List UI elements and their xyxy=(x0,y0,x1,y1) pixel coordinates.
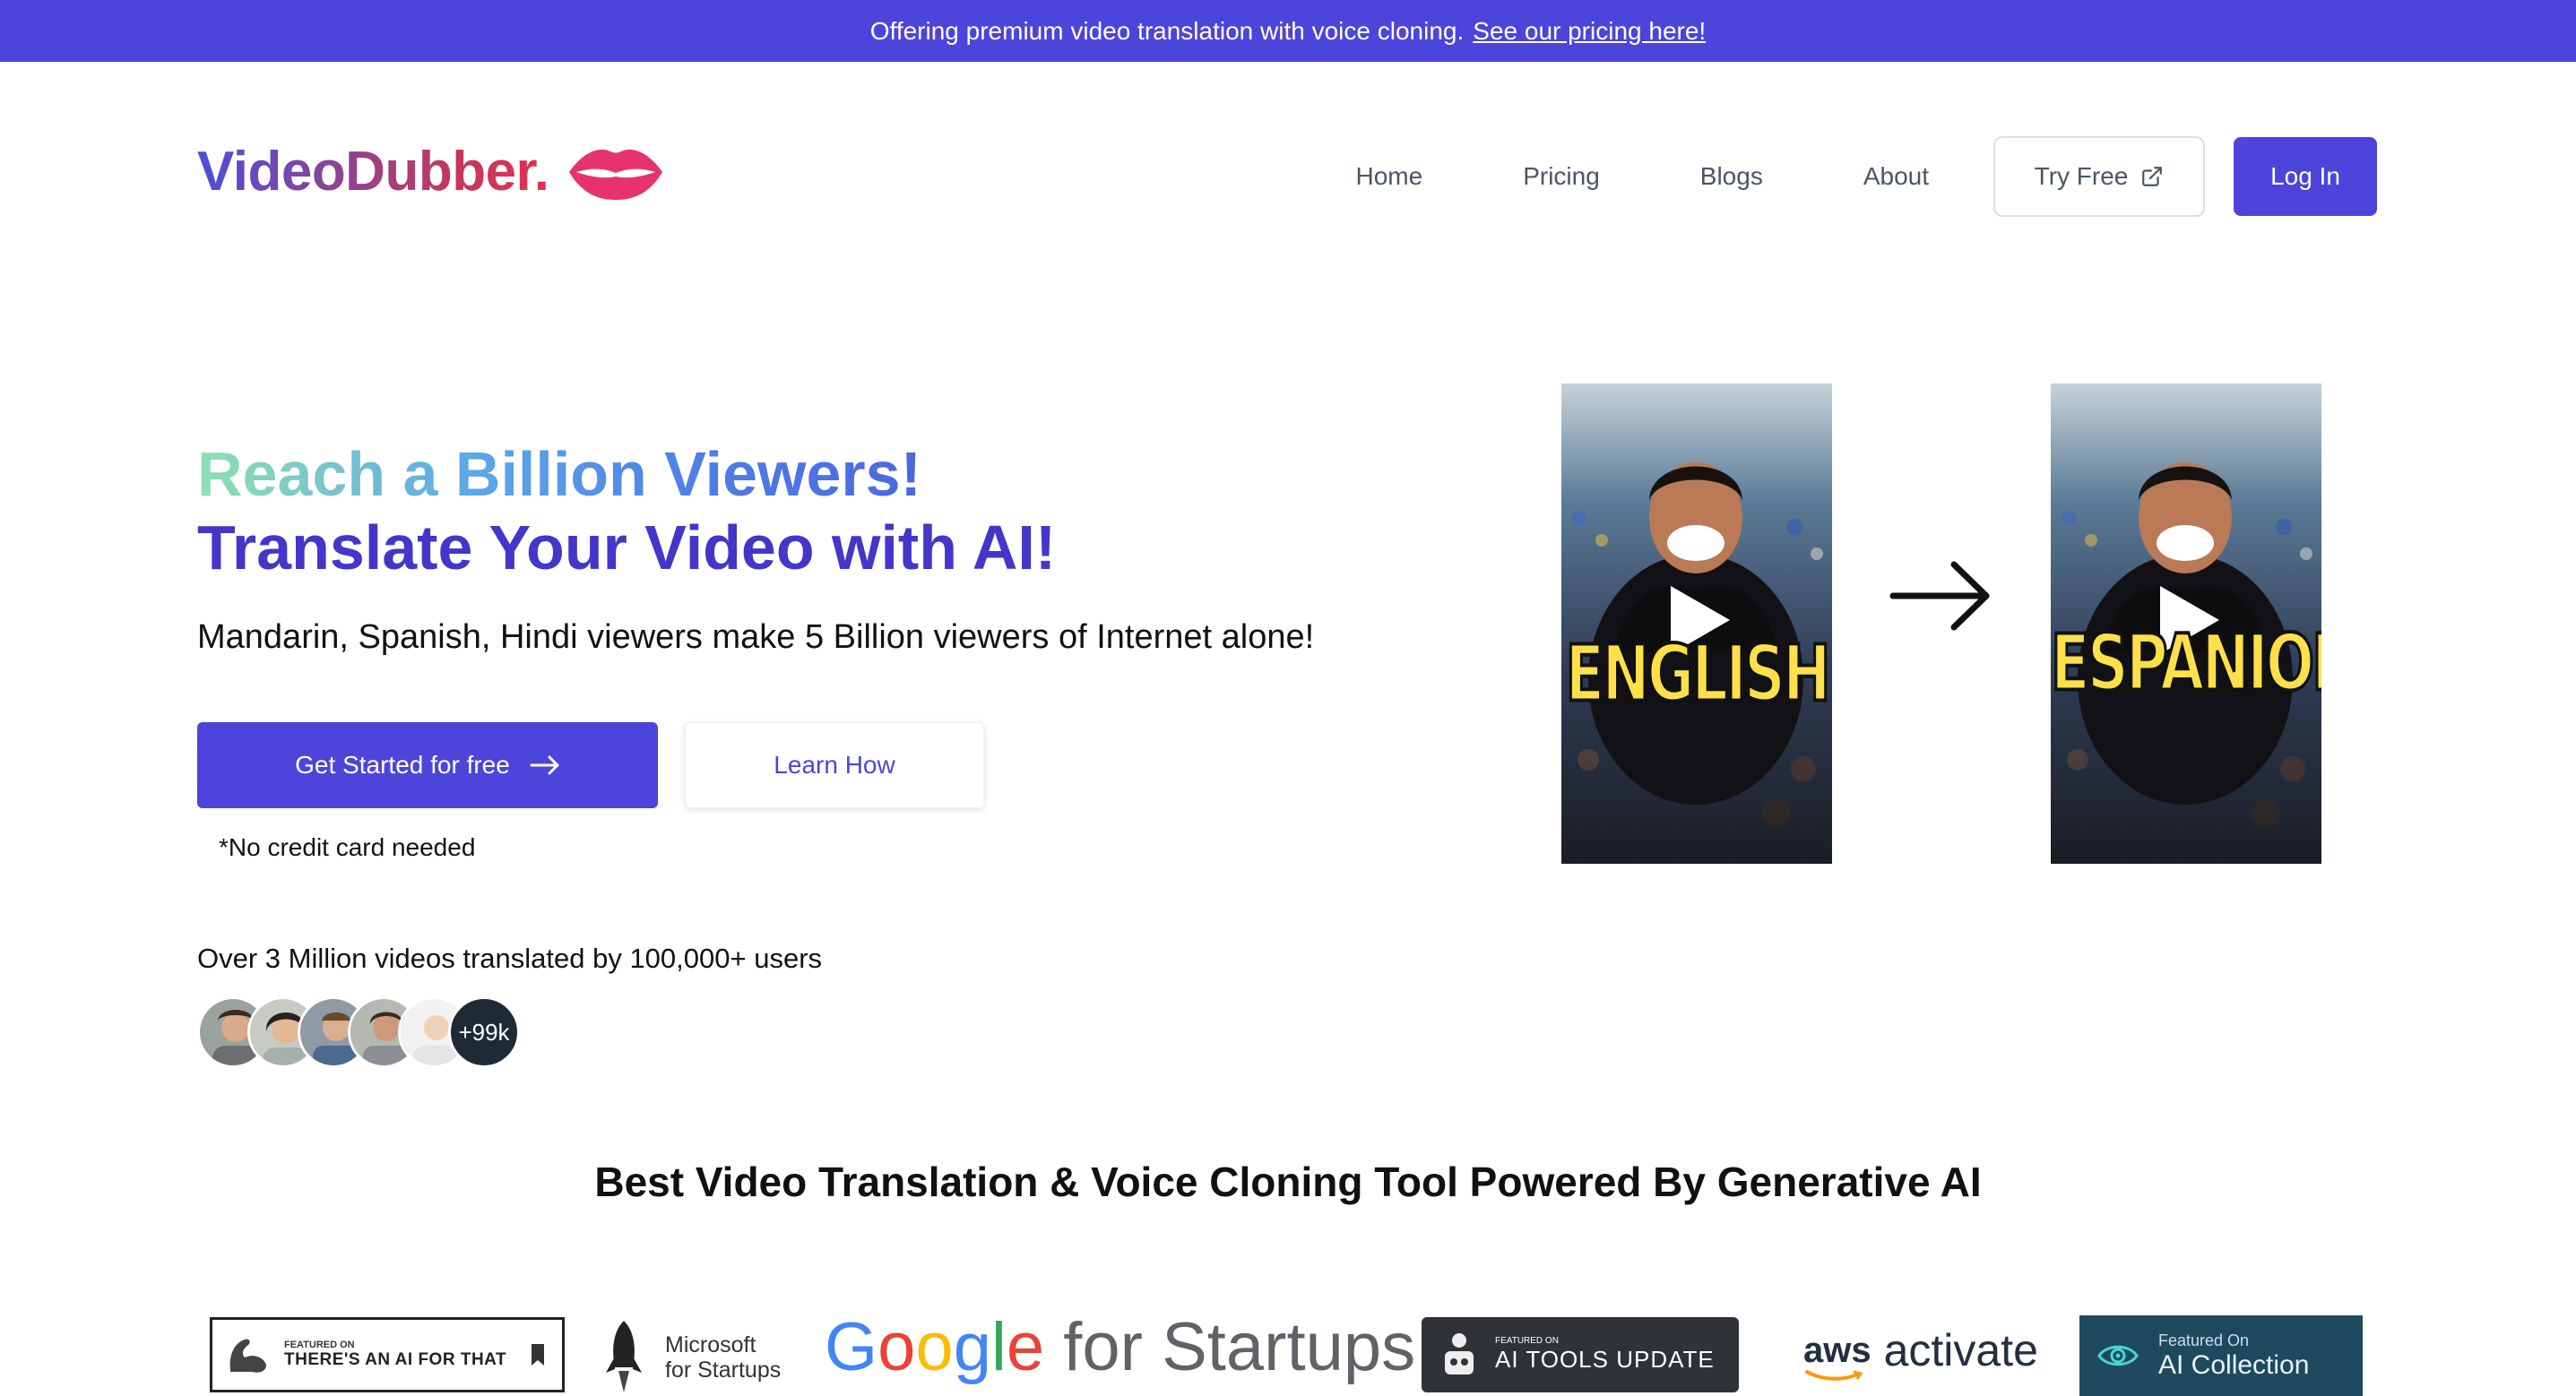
aws-smile-icon xyxy=(1805,1369,1863,1381)
eye-icon xyxy=(2097,1345,2139,1366)
bookmark-icon xyxy=(532,1344,545,1366)
avatar-count-badge: +99k xyxy=(448,996,520,1068)
aicollection-name: AI Collection xyxy=(2158,1349,2310,1380)
ai-tools-update-badge[interactable]: FEATURED ON AI TOOLS UPDATE xyxy=(1422,1317,1739,1392)
section-title: Best Video Translation & Voice Cloning T… xyxy=(594,1159,1982,1205)
video-preview-english[interactable]: ENGLISH xyxy=(1561,383,1832,864)
brand-name: VideoDubber. xyxy=(197,141,549,203)
aitools-featured-label: FEATURED ON xyxy=(1495,1336,1559,1346)
ai-collection-badge[interactable]: Featured On AI Collection xyxy=(2079,1315,2363,1396)
video-preview-spanish[interactable]: ESPANIOL xyxy=(2051,383,2321,864)
hero-headline-secondary: Translate Your Video with AI! xyxy=(197,513,1057,582)
aiforthat-featured-label: FEATURED ON xyxy=(284,1340,355,1350)
aws-activate-badge[interactable]: aws activate xyxy=(1803,1324,2038,1381)
theres-an-ai-for-that-badge[interactable]: FEATURED ON THERE'S AN AI FOR THAT xyxy=(210,1317,565,1392)
rocket-icon xyxy=(606,1321,642,1392)
learn-how-button[interactable]: Learn How xyxy=(685,722,984,808)
nav-pricing[interactable]: Pricing xyxy=(1523,162,1600,191)
pricing-link[interactable]: See our pricing here! xyxy=(1473,17,1706,46)
aws-activate-label: activate xyxy=(1883,1325,2038,1375)
microsoft-line-1: Microsoft xyxy=(665,1332,756,1357)
featured-logos: FEATURED ON THERE'S AN AI FOR THAT Micro… xyxy=(0,1308,2576,1396)
promo-banner: Offering premium video translation with … xyxy=(0,0,2576,62)
video-language-label: ENGLISH xyxy=(1564,628,1832,721)
aitools-name: AI TOOLS UPDATE xyxy=(1495,1346,1715,1373)
microsoft-for-startups-badge[interactable]: Microsoft for Startups xyxy=(601,1317,781,1396)
flexed-arm-icon xyxy=(229,1339,266,1373)
google-for-startups-badge[interactable]: Google for Startups xyxy=(825,1308,1415,1386)
nav-home[interactable]: Home xyxy=(1355,162,1422,191)
brand-logo[interactable]: VideoDubber. xyxy=(197,140,664,203)
arrow-right-icon xyxy=(1889,561,1990,631)
no-credit-card-note: *No credit card needed xyxy=(219,833,476,861)
banner-text: Offering premium video translation with … xyxy=(869,16,1465,45)
user-avatars: +99k xyxy=(197,996,538,1068)
arrow-right-icon xyxy=(530,755,559,775)
microsoft-line-2: for Startups xyxy=(665,1357,782,1383)
external-link-icon xyxy=(2142,167,2163,186)
aicollection-featured-label: Featured On xyxy=(2158,1331,2250,1349)
google-wordmark: Google xyxy=(825,1309,1045,1385)
lips-icon xyxy=(568,149,662,200)
aws-wordmark: aws xyxy=(1803,1330,1871,1370)
try-free-button[interactable]: Try Free xyxy=(1993,136,2205,217)
usage-stats: Over 3 Million videos translated by 100,… xyxy=(197,943,823,974)
nav-about[interactable]: About xyxy=(1863,162,1929,191)
try-free-label: Try Free xyxy=(2034,162,2129,190)
aiforthat-name: THERE'S AN AI FOR THAT xyxy=(284,1350,507,1369)
video-language-label: ESPANIOL xyxy=(2051,617,2321,711)
robot-icon xyxy=(1445,1333,1474,1374)
nav-blogs[interactable]: Blogs xyxy=(1700,162,1763,191)
google-suffix: for Startups xyxy=(1063,1309,1416,1385)
hero-headline: Reach a Billion Viewers! xyxy=(197,439,921,509)
get-started-label: Get Started for free xyxy=(295,751,510,779)
login-button[interactable]: Log In xyxy=(2234,137,2377,216)
get-started-button[interactable]: Get Started for free xyxy=(197,722,658,808)
hero-subheadline: Mandarin, Spanish, Hindi viewers make 5 … xyxy=(197,618,1315,656)
top-nav: Home Pricing Blogs About Try Free Log In xyxy=(1355,136,2377,217)
